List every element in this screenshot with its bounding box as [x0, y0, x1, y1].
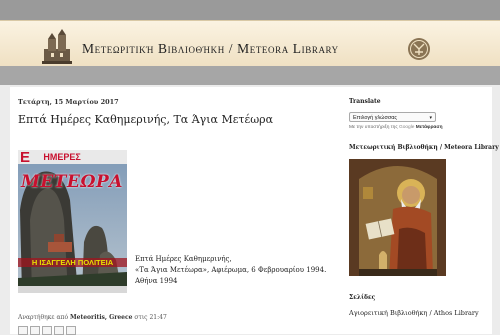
library-heading: Μετεωριτική Βιβλιοθήκη / Meteora Library	[349, 144, 499, 151]
cover-title: ΜΕΤΕΩΡΑ	[21, 172, 123, 192]
footer-prefix: Αναρτήθηκε από	[18, 314, 69, 321]
select-arrow-icon: ▾	[429, 115, 432, 121]
language-select[interactable]: Επιλογή γλώσσας ▾	[349, 112, 436, 122]
post-time-link[interactable]: 21:47	[149, 314, 166, 321]
top-bar	[0, 0, 500, 20]
translate-link[interactable]: Μετάφραση	[416, 125, 443, 130]
emblem-icon	[408, 38, 430, 60]
post-title[interactable]: Επτά Ημέρες Καθημερινής, Τα Άγια Μετέωρα	[18, 113, 273, 126]
post-body: Επτά Ημέρες Καθημερινής, «Τα Άγια Μετέωρ…	[135, 254, 326, 287]
post-footer: Αναρτήθηκε από Meteoritis, Greece στις 2…	[18, 314, 318, 321]
cover-subtitle: Η ΙΣΑΓΓΕΛΗ ΠΟΛΙΤΕΙΑ	[18, 258, 127, 267]
translate-heading: Translate	[349, 98, 381, 105]
site-header: Μετεωριτική Βιβλιοθήκη / Meteora Library	[0, 20, 500, 68]
main-content: Τετάρτη, 15 Μαρτίου 2017 Επτά Ημέρες Καθ…	[10, 87, 499, 335]
language-select-value: Επιλογή γλώσσας	[353, 115, 398, 121]
site-title[interactable]: Μετεωριτική Βιβλιοθήκη / Meteora Library	[82, 41, 339, 57]
post-date: Τετάρτη, 15 Μαρτίου 2017	[18, 98, 119, 106]
post-text-line: Αθήνα 1994	[135, 277, 178, 285]
sidebar: Translate Επιλογή γλώσσας ▾ Με την υποστ…	[349, 87, 499, 334]
monastery-logo-icon	[42, 29, 72, 64]
powered-by: Με την υποστήριξη της Google Μετάφραση	[349, 125, 443, 130]
author-link[interactable]: Meteoritis, Greece	[70, 314, 133, 321]
google-logo-icon: Google	[398, 125, 415, 130]
powered-by-text: Με την υποστήριξη της	[349, 125, 398, 130]
post-text-line: «Τα Άγια Μετέωρα», Αφιέρωμα, 6 Φεβρουαρί…	[135, 266, 327, 274]
saint-icon-image[interactable]	[349, 159, 446, 276]
cover-masthead-text: ΗΜΕΡΕΣ	[43, 152, 81, 162]
post-text-line: Επτά Ημέρες Καθημερινής,	[135, 255, 232, 263]
magazine-cover-image[interactable]: Ε ΗΜΕΡΕΣ ΜΕΤΕΩΡΑ Η ΙΣΑΓΓΕΛΗ ΠΟΛΙΤΕΙΑ	[18, 150, 127, 293]
cover-bottom-strip	[18, 286, 127, 293]
footer-time-prefix: στις	[134, 314, 148, 321]
saint-painting-illustration	[349, 159, 446, 276]
pages-heading: Σελίδες	[349, 294, 376, 301]
cover-masthead-letter: Ε	[20, 150, 31, 166]
athos-library-link[interactable]: Αγιορειτική Βιβλιοθήκη / Athos Library	[349, 309, 479, 317]
cover-masthead: Ε ΗΜΕΡΕΣ	[20, 150, 81, 166]
header-bottom-bar	[0, 66, 500, 85]
